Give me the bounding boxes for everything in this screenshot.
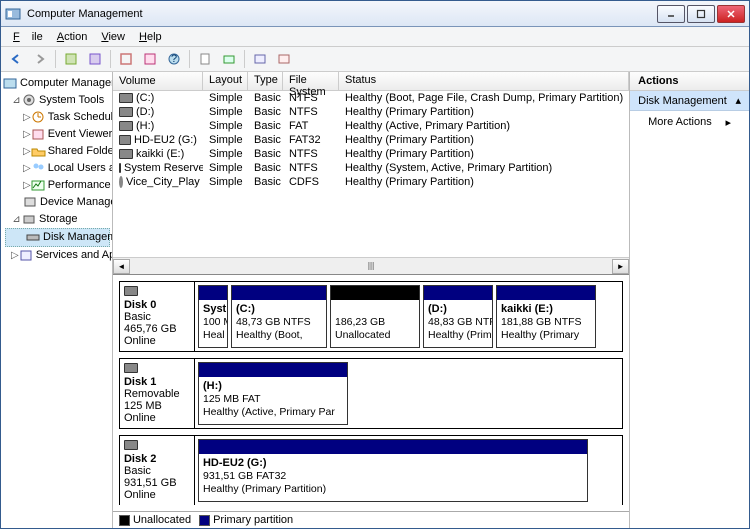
window-title: Computer Management — [27, 8, 143, 20]
partition-unallocated[interactable]: 186,23 GBUnallocated — [330, 285, 420, 348]
disk-icon — [124, 286, 138, 296]
tree-task-scheduler[interactable]: ▷Task Scheduler — [3, 109, 110, 126]
col-type[interactable]: Type — [248, 72, 283, 90]
partitions: Syst100 MHeal(C:)48,73 GB NTFSHealthy (B… — [195, 282, 622, 351]
partition-primary[interactable]: Syst100 MHeal — [198, 285, 228, 348]
tree-pane: Computer Management (Local ⊿System Tools… — [1, 72, 113, 528]
collapse-icon: ▴ — [735, 94, 741, 107]
tree-root[interactable]: Computer Management (Local — [3, 75, 110, 92]
col-fs[interactable]: File System — [283, 72, 339, 90]
tree-performance[interactable]: ▷Performance — [3, 177, 110, 194]
cd-icon — [119, 176, 123, 188]
volume-empty-space — [113, 189, 629, 257]
disk-icon — [119, 121, 133, 131]
actions-selected[interactable]: Disk Management▴ — [630, 91, 749, 111]
disk-icon — [124, 363, 138, 373]
disk-row: Disk 2Basic931,51 GBOnlineHD-EU2 (G:)931… — [119, 435, 623, 505]
partition-primary[interactable]: (C:)48,73 GB NTFSHealthy (Boot, — [231, 285, 327, 348]
partitions: (H:)125 MB FATHealthy (Active, Primary P… — [195, 359, 622, 428]
disk-layout-pane: Disk 0Basic465,76 GBOnlineSyst100 MHeal(… — [113, 274, 629, 511]
volume-row[interactable]: HD-EU2 (G:)SimpleBasicFAT32Healthy (Prim… — [113, 133, 629, 147]
tree-local-users[interactable]: ▷Local Users and Groups — [3, 160, 110, 177]
col-layout[interactable]: Layout — [203, 72, 248, 90]
volume-row[interactable]: (D:)SimpleBasicNTFSHealthy (Primary Part… — [113, 105, 629, 119]
disk-info[interactable]: Disk 0Basic465,76 GBOnline — [120, 282, 195, 351]
maximize-button[interactable] — [687, 5, 715, 23]
legend-unallocated-label: Unallocated — [133, 514, 191, 526]
col-status[interactable]: Status — [339, 72, 629, 90]
menubar: File Action View Help — [1, 27, 749, 46]
volume-list: (C:)SimpleBasicNTFSHealthy (Boot, Page F… — [113, 91, 629, 189]
toolbar-icon[interactable] — [273, 48, 295, 70]
disk-info[interactable]: Disk 2Basic931,51 GBOnline — [120, 436, 195, 505]
menu-action[interactable]: Action — [51, 29, 94, 45]
disk-row: Disk 0Basic465,76 GBOnlineSyst100 MHeal(… — [119, 281, 623, 352]
col-volume[interactable]: Volume — [113, 72, 203, 90]
actions-more[interactable]: More Actions▸ — [630, 111, 749, 134]
toolbar-icon[interactable] — [84, 48, 106, 70]
menu-help[interactable]: Help — [133, 29, 168, 45]
toolbar-icon[interactable] — [249, 48, 271, 70]
volume-row[interactable]: kaikki (E:)SimpleBasicNTFSHealthy (Prima… — [113, 147, 629, 161]
disk-icon — [119, 149, 133, 159]
volume-row[interactable]: Vice_City_Play (F:)SimpleBasicCDFSHealth… — [113, 175, 629, 189]
toolbar-icon[interactable] — [194, 48, 216, 70]
main-pane: Volume Layout Type File System Status (C… — [113, 72, 630, 528]
back-button[interactable] — [5, 48, 27, 70]
close-button[interactable] — [717, 5, 745, 23]
menu-view[interactable]: View — [95, 29, 131, 45]
disk-icon — [119, 163, 121, 173]
scroll-track[interactable]: Ⅲ — [130, 260, 612, 273]
legend-unallocated-swatch — [119, 515, 130, 526]
scroll-right-button[interactable]: ► — [612, 259, 629, 274]
volume-header: Volume Layout Type File System Status — [113, 72, 629, 91]
app-icon — [5, 6, 21, 22]
partition-primary[interactable]: HD-EU2 (G:)931,51 GB FAT32Healthy (Prima… — [198, 439, 588, 502]
volume-row[interactable]: System ReservedSimpleBasicNTFSHealthy (S… — [113, 161, 629, 175]
forward-button[interactable] — [29, 48, 51, 70]
volume-row[interactable]: (C:)SimpleBasicNTFSHealthy (Boot, Page F… — [113, 91, 629, 105]
volume-scrollbar[interactable]: ◄ Ⅲ ► — [113, 257, 629, 274]
svg-text:?: ? — [171, 53, 177, 65]
disk-icon — [119, 135, 131, 145]
chevron-right-icon: ▸ — [725, 116, 731, 129]
toolbar: ? — [1, 46, 749, 72]
partition-primary[interactable]: kaikki (E:)181,88 GB NTFSHealthy (Primar… — [496, 285, 596, 348]
volume-row[interactable]: (H:)SimpleBasicFATHealthy (Active, Prima… — [113, 119, 629, 133]
partition-primary[interactable]: (H:)125 MB FATHealthy (Active, Primary P… — [198, 362, 348, 425]
tree-disk-management[interactable]: Disk Management — [5, 228, 110, 247]
disk-info[interactable]: Disk 1Removable125 MBOnline — [120, 359, 195, 428]
disk-icon — [119, 107, 133, 117]
partition-primary[interactable]: (D:)48,83 GB NTFSHealthy (Prima — [423, 285, 493, 348]
tree-services-apps[interactable]: ▷Services and Applications — [3, 247, 110, 264]
legend-primary-swatch — [199, 515, 210, 526]
minimize-button[interactable] — [657, 5, 685, 23]
scroll-left-button[interactable]: ◄ — [113, 259, 130, 274]
toolbar-icon[interactable] — [115, 48, 137, 70]
tree-device-manager[interactable]: Device Manager — [3, 194, 110, 211]
actions-pane: Actions Disk Management▴ More Actions▸ — [630, 72, 749, 528]
toolbar-icon[interactable] — [60, 48, 82, 70]
toolbar-icon[interactable] — [139, 48, 161, 70]
tree-event-viewer[interactable]: ▷Event Viewer — [3, 126, 110, 143]
tree-system-tools[interactable]: ⊿System Tools — [3, 92, 110, 109]
legend-primary-label: Primary partition — [213, 514, 293, 526]
menu-file[interactable]: File — [7, 29, 49, 45]
tree-storage[interactable]: ⊿Storage — [3, 211, 110, 228]
actions-header: Actions — [630, 72, 749, 91]
disk-icon — [124, 440, 138, 450]
tree-shared-folders[interactable]: ▷Shared Folders — [3, 143, 110, 160]
content: Computer Management (Local ⊿System Tools… — [1, 72, 749, 528]
legend: Unallocated Primary partition — [113, 511, 629, 528]
disk-row: Disk 1Removable125 MBOnline(H:)125 MB FA… — [119, 358, 623, 429]
toolbar-icon[interactable] — [218, 48, 240, 70]
help-icon[interactable]: ? — [163, 48, 185, 70]
disk-icon — [119, 93, 133, 103]
partitions: HD-EU2 (G:)931,51 GB FAT32Healthy (Prima… — [195, 436, 622, 505]
titlebar: Computer Management — [1, 1, 749, 27]
